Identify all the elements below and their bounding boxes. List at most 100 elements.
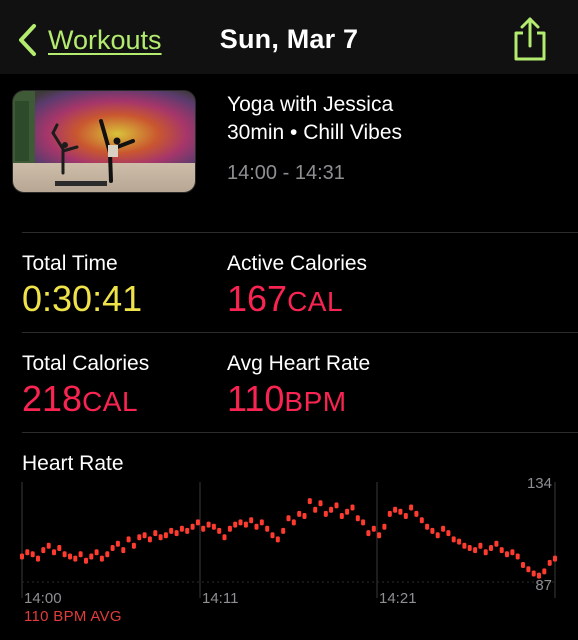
heart-rate-point [46, 542, 51, 549]
total-time-label: Total Time [22, 252, 118, 275]
heart-rate-point [84, 557, 88, 564]
active-calories-unit: CAL [287, 286, 344, 317]
total-time-number: 0:30:41 [22, 278, 143, 319]
heart-rate-point [281, 527, 286, 534]
heart-rate-point [505, 551, 509, 558]
total-calories-label: Total Calories [22, 352, 150, 375]
heart-rate-point [243, 521, 248, 528]
heart-rate-point [489, 545, 493, 551]
heart-rate-point [222, 534, 227, 541]
heart-rate-point [521, 562, 525, 568]
heart-rate-point [233, 521, 238, 528]
heart-rate-points [20, 498, 557, 579]
heart-rate-point [483, 549, 488, 556]
heart-rate-point [201, 525, 206, 532]
heart-rate-point [441, 525, 446, 532]
heart-rate-point [73, 555, 78, 562]
workout-name: Yoga with Jessica [227, 93, 394, 116]
heart-rate-point [169, 527, 174, 534]
total-calories-value: 218CAL [22, 381, 138, 420]
heart-rate-point [451, 536, 456, 543]
divider [22, 332, 578, 333]
heart-rate-point [526, 566, 531, 573]
heart-rate-point [457, 538, 462, 545]
heart-rate-point [425, 523, 430, 530]
heart-rate-point [467, 545, 472, 551]
heart-rate-point [265, 525, 270, 532]
divider [22, 232, 578, 233]
workout-time-range: 14:00 - 14:31 [227, 162, 345, 184]
heart-rate-point [334, 502, 339, 509]
heart-rate-point [494, 540, 499, 547]
total-calories-unit: CAL [82, 386, 139, 417]
heart-rate-point [30, 551, 35, 558]
heart-rate-point [179, 525, 184, 532]
heart-rate-point [302, 513, 307, 519]
heart-rate-point [515, 553, 520, 560]
heart-rate-point [163, 532, 168, 539]
heart-rate-point [547, 559, 552, 566]
heart-rate-point [131, 542, 136, 549]
heart-rate-point [291, 519, 296, 526]
heart-rate-point [249, 517, 254, 524]
heart-rate-point [355, 515, 360, 522]
heart-rate-point [393, 506, 398, 513]
x-tick-label: 14:11 [202, 590, 238, 607]
heart-rate-point [206, 521, 211, 528]
heart-rate-point [339, 513, 344, 519]
heart-rate-point [126, 536, 131, 543]
heart-rate-point [211, 523, 216, 530]
heart-rate-point [195, 519, 200, 526]
total-calories-number: 218 [22, 378, 83, 419]
heart-rate-point [137, 534, 142, 541]
heart-rate-point [499, 547, 504, 554]
x-tick-label: 14:00 [24, 590, 62, 607]
heart-rate-point [430, 527, 435, 534]
heart-rate-point [105, 551, 110, 558]
y-min-label: 87 [535, 577, 552, 594]
workout-thumbnail[interactable] [12, 90, 196, 193]
heart-rate-point [361, 519, 366, 526]
heart-rate-point [89, 553, 94, 560]
heart-rate-point [52, 549, 56, 556]
heart-rate-point [409, 504, 414, 511]
avg-heart-rate-label: Avg Heart Rate [227, 352, 371, 375]
active-calories-label: Active Calories [227, 252, 368, 275]
heart-rate-point [542, 568, 547, 575]
heart-rate-point [185, 527, 190, 534]
heart-rate-point [478, 542, 483, 549]
active-calories-value: 167CAL [227, 281, 343, 320]
avg-heart-rate-number: 110 [227, 378, 285, 419]
heart-rate-point [286, 515, 291, 522]
heart-rate-point [158, 534, 163, 541]
heart-rate-point [377, 532, 382, 539]
heart-rate-point [446, 530, 451, 537]
heart-rate-point [68, 553, 72, 560]
heart-rate-point [345, 508, 350, 515]
y-max-label: 134 [527, 475, 552, 492]
heart-rate-point [153, 530, 158, 537]
heart-rate-point [313, 506, 318, 513]
heart-rate-point [510, 549, 515, 556]
heart-rate-point [350, 504, 355, 511]
yoga-video-thumbnail-image [13, 91, 195, 192]
heart-rate-avg-label: 110 BPM AVG [24, 608, 122, 625]
share-icon[interactable] [512, 16, 548, 62]
heart-rate-point [275, 536, 280, 543]
heart-rate-point [259, 519, 264, 526]
x-tick-label: 14:21 [379, 590, 417, 607]
avg-heart-rate-value: 110BPM [227, 381, 347, 420]
heart-rate-point [387, 510, 392, 517]
heart-rate-point [174, 530, 179, 537]
heart-rate-point [36, 555, 40, 562]
heart-rate-point [142, 532, 147, 539]
heart-rate-point [462, 542, 467, 549]
heart-rate-point [227, 525, 232, 532]
heart-rate-point [99, 555, 104, 562]
active-calories-number: 167 [227, 278, 288, 319]
heart-rate-point [414, 510, 419, 517]
heart-rate-point [25, 549, 30, 556]
workout-subtitle: 30min • Chill Vibes [227, 121, 403, 144]
heart-rate-point [297, 510, 302, 517]
heart-rate-point [190, 523, 195, 530]
